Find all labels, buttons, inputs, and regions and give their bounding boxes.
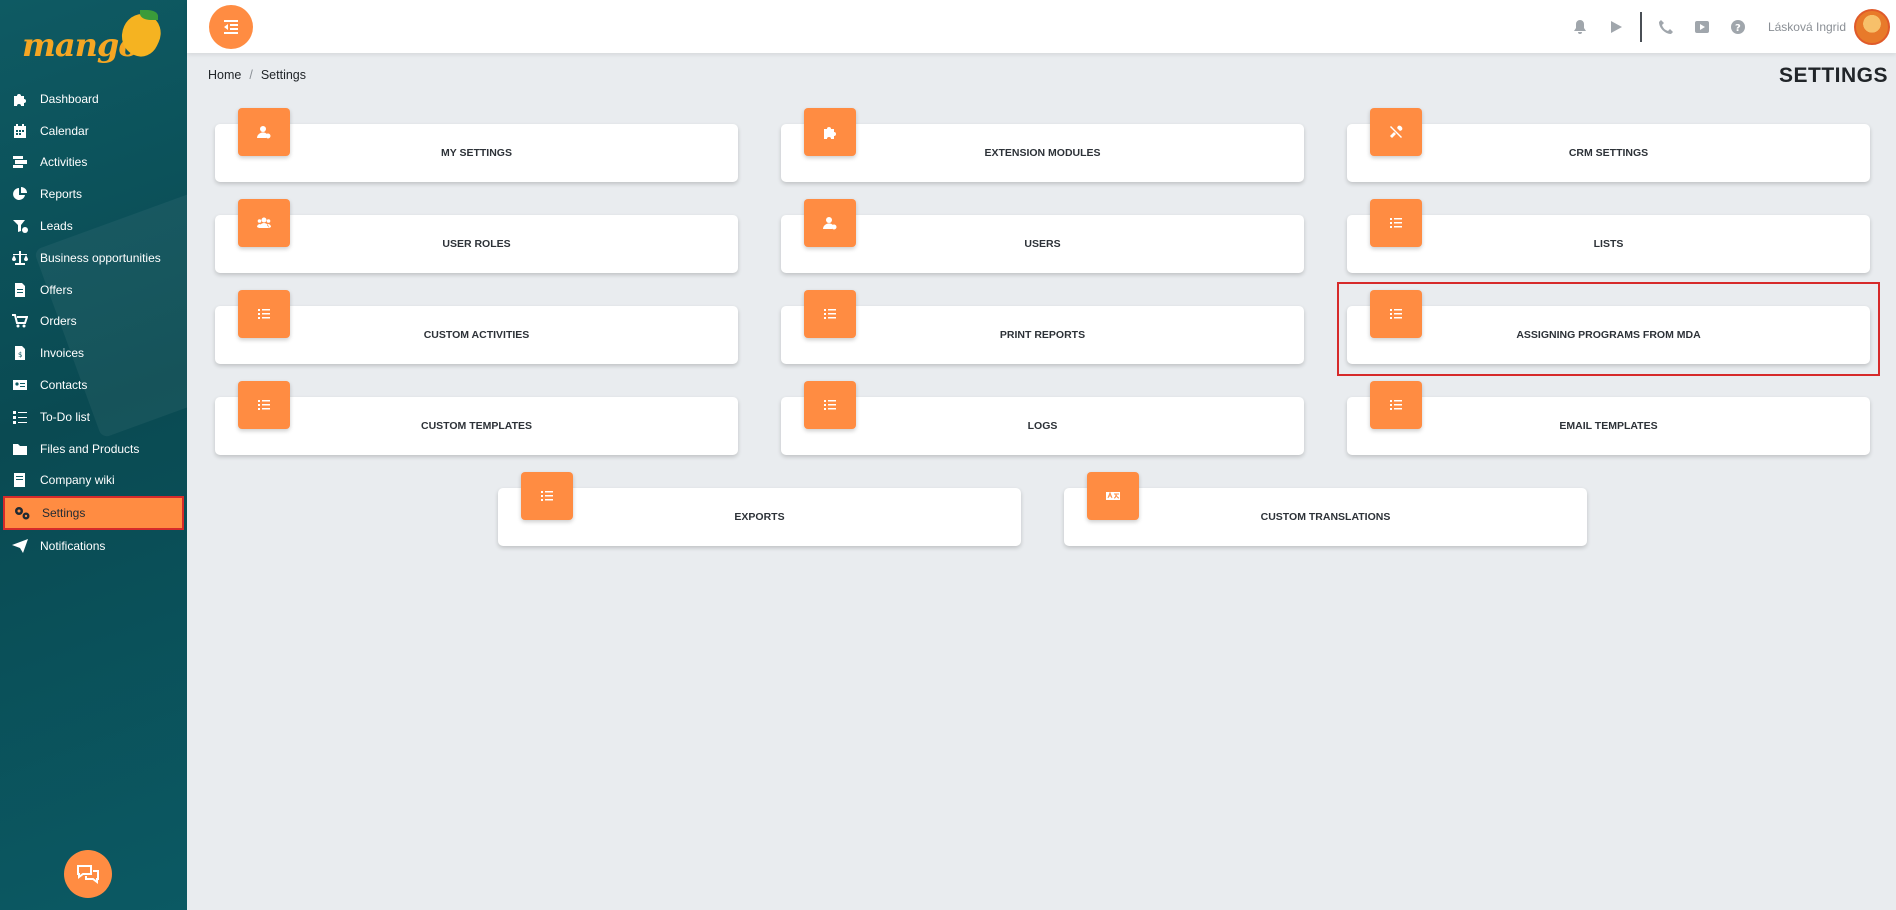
card-label: PRINT REPORTS <box>999 329 1086 341</box>
card-label: LISTS <box>1593 238 1624 250</box>
avatar[interactable] <box>1854 8 1890 45</box>
card-label: EMAIL TEMPLATES <box>1559 420 1658 432</box>
sidebar-item-label: To-Do list <box>40 409 91 424</box>
sidebar-item-activities[interactable]: Activities <box>0 147 187 179</box>
card-my-settings[interactable]: MY SETTINGS <box>215 108 738 182</box>
card-label: EXTENSION MODULES <box>984 147 1101 159</box>
pie-chart-icon <box>10 186 30 202</box>
sidebar-item-label: Company wiki <box>40 473 115 488</box>
help-icon[interactable]: ? <box>1727 16 1749 38</box>
card-exports[interactable]: EXPORTS <box>498 472 1021 546</box>
breadcrumb: Home / Settings <box>208 68 306 82</box>
sidebar-nav: Dashboard Calendar Activities Reports Le… <box>0 83 187 562</box>
breadcrumb-home-link[interactable]: Home <box>208 68 241 82</box>
activities-icon <box>10 154 30 170</box>
sidebar-item-label: Leads <box>40 219 73 234</box>
sidebar-item-label: Reports <box>40 187 83 202</box>
chat-button[interactable] <box>64 850 112 898</box>
folder-icon <box>10 441 30 457</box>
menu-toggle-button[interactable] <box>209 5 253 49</box>
sidebar-item-contacts[interactable]: Contacts <box>0 369 187 401</box>
phone-icon[interactable] <box>1655 16 1677 38</box>
card-label: LOGS <box>1027 420 1058 432</box>
sidebar-item-notifications[interactable]: Notifications <box>0 530 187 562</box>
bell-icon[interactable] <box>1569 16 1591 38</box>
card-print-reports[interactable]: PRINT REPORTS <box>781 290 1304 364</box>
top-bar-actions: ? Lásková Ingrid <box>1562 0 1896 53</box>
card-logs[interactable]: LOGS <box>781 381 1304 455</box>
book-icon <box>10 472 30 488</box>
svg-text:$: $ <box>18 351 22 359</box>
card-email-templates[interactable]: EMAIL TEMPLATES <box>1347 381 1870 455</box>
leaf-icon <box>140 10 158 20</box>
card-label: USERS <box>1024 238 1061 250</box>
sidebar-item-leads[interactable]: Leads <box>0 210 187 242</box>
breadcrumb-separator: / <box>249 68 253 82</box>
sidebar: mango Dashboard Calendar Activities Repo… <box>0 0 187 910</box>
app-logo[interactable]: mango <box>22 7 168 64</box>
card-custom-activities[interactable]: CUSTOM ACTIVITIES <box>215 290 738 364</box>
sidebar-item-label: Files and Products <box>40 441 140 456</box>
invoice-icon: $ <box>10 345 30 361</box>
sidebar-item-label: Contacts <box>40 378 88 393</box>
card-label: USER ROLES <box>442 238 511 250</box>
puzzle-icon <box>10 91 30 107</box>
card-user-roles[interactable]: USER ROLES <box>215 199 738 273</box>
sidebar-item-reports[interactable]: Reports <box>0 178 187 210</box>
play-icon[interactable] <box>1605 16 1627 38</box>
sidebar-item-label: Calendar <box>40 123 89 138</box>
top-bar-divider <box>1639 11 1642 42</box>
user-name[interactable]: Lásková Ingrid <box>1768 20 1846 34</box>
card-lists[interactable]: LISTS <box>1347 199 1870 273</box>
svg-text:?: ? <box>1735 23 1741 34</box>
scale-icon <box>10 250 30 266</box>
sidebar-item-calendar[interactable]: Calendar <box>0 115 187 147</box>
card-assigning-programs-from-mda[interactable]: ASSIGNING PROGRAMS FROM MDA <box>1347 290 1870 364</box>
sidebar-item-dashboard[interactable]: Dashboard <box>0 83 187 115</box>
chat-bubbles-icon <box>77 865 99 884</box>
breadcrumb-current: Settings <box>260 68 306 82</box>
funnel-icon <box>10 218 30 234</box>
card-custom-templates[interactable]: CUSTOM TEMPLATES <box>215 381 738 455</box>
card-custom-translations[interactable]: CUSTOM TRANSLATIONS <box>1064 472 1587 546</box>
card-label: EXPORTS <box>734 511 785 523</box>
sidebar-item-orders[interactable]: Orders <box>0 306 187 338</box>
card-label: CRM SETTINGS <box>1568 147 1649 159</box>
sidebar-item-invoices[interactable]: $ Invoices <box>0 337 187 369</box>
card-crm-settings[interactable]: CRM SETTINGS <box>1347 108 1870 182</box>
sidebar-item-settings[interactable]: Settings <box>3 496 184 531</box>
top-bar: ? Lásková Ingrid <box>187 0 1896 53</box>
checklist-icon <box>10 409 30 425</box>
sidebar-item-todo-list[interactable]: To-Do list <box>0 401 187 433</box>
page-title: SETTINGS <box>1778 64 1888 87</box>
calendar-icon <box>10 123 30 139</box>
sidebar-item-label: Business opportunities <box>40 250 161 265</box>
sidebar-item-label: Notifications <box>40 539 106 554</box>
cart-icon <box>10 313 30 329</box>
sidebar-item-business-opportunities[interactable]: Business opportunities <box>0 242 187 274</box>
contact-card-icon <box>10 377 30 393</box>
paper-plane-icon <box>10 538 30 554</box>
gears-icon <box>12 505 32 521</box>
sidebar-item-label: Invoices <box>40 346 85 361</box>
card-label: CUSTOM TEMPLATES <box>420 420 533 432</box>
card-label: CUSTOM TRANSLATIONS <box>1260 511 1391 523</box>
sidebar-item-offers[interactable]: Offers <box>0 274 187 306</box>
card-label: ASSIGNING PROGRAMS FROM MDA <box>1516 329 1701 341</box>
card-extension-modules[interactable]: EXTENSION MODULES <box>781 108 1304 182</box>
card-label: MY SETTINGS <box>441 147 512 159</box>
card-users[interactable]: USERS <box>781 199 1304 273</box>
sidebar-item-label: Activities <box>40 155 88 170</box>
sidebar-item-label: Offers <box>40 282 73 297</box>
menu-collapse-icon <box>224 20 238 34</box>
sidebar-item-files-and-products[interactable]: Files and Products <box>0 433 187 465</box>
document-icon <box>10 282 30 298</box>
sidebar-item-label: Settings <box>42 506 86 521</box>
sidebar-item-company-wiki[interactable]: Company wiki <box>0 465 187 497</box>
card-label: CUSTOM ACTIVITIES <box>423 329 530 341</box>
sidebar-item-label: Orders <box>40 314 77 329</box>
sidebar-item-label: Dashboard <box>40 91 99 106</box>
youtube-icon[interactable] <box>1691 16 1713 38</box>
